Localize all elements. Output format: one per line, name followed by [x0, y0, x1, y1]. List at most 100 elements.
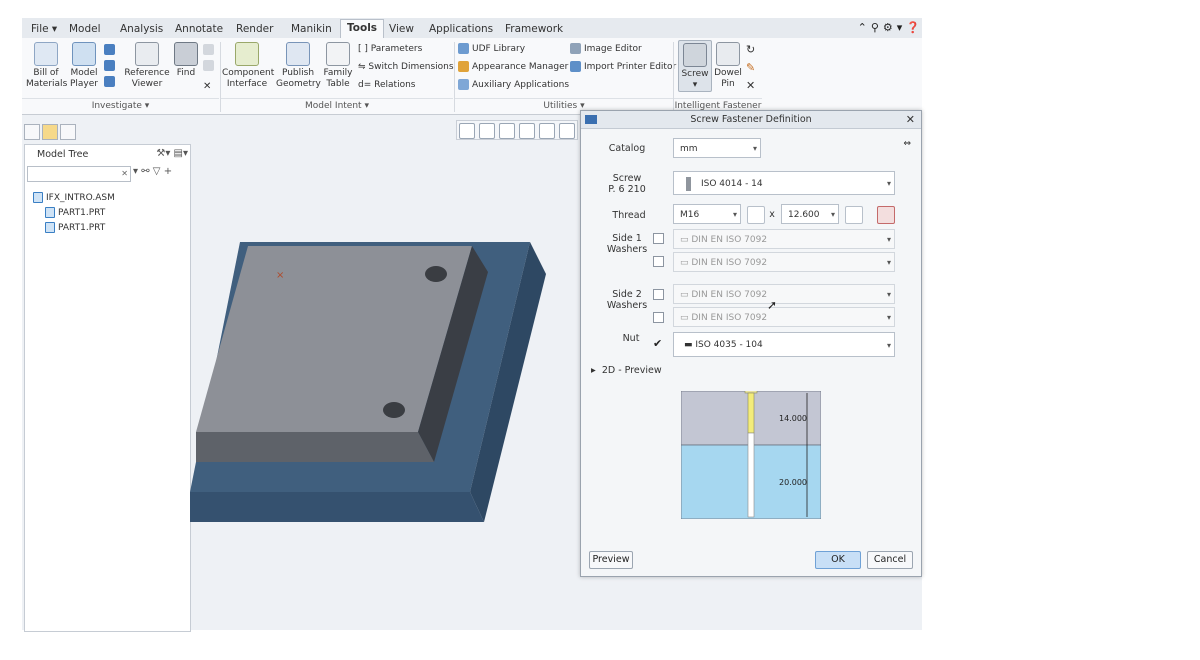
tab-view[interactable]: View — [382, 20, 421, 39]
binoculars-icon[interactable]: ⚯ — [141, 166, 149, 177]
screw-label: Screw — [681, 69, 709, 79]
parameters-button[interactable]: [ ] Parameters — [358, 43, 422, 56]
screw-select[interactable]: ISO 4014 - 14 ▾ — [673, 171, 895, 195]
auxiliary-applications-button[interactable]: Auxiliary Applications — [458, 79, 569, 92]
preview-diagram: 14.000 20.000 — [681, 391, 821, 519]
add-icon[interactable]: + — [164, 166, 172, 177]
chevron-down-icon: ▾ — [830, 210, 835, 219]
import-printer-editor-button[interactable]: Import Printer Editor — [570, 61, 676, 74]
component-interface-button[interactable]: Component Interface — [222, 42, 274, 90]
model-viewport[interactable]: × — [190, 232, 550, 522]
small-icon-5[interactable] — [203, 60, 217, 73]
close-icon[interactable]: ✕ — [906, 111, 915, 128]
relations-button[interactable]: d= Relations — [358, 79, 415, 92]
show-icon[interactable]: ▤▾ — [174, 148, 188, 159]
side2-washer2-select[interactable]: ▭ DIN EN ISO 7092 ▾ — [673, 307, 895, 327]
caret-up-icon[interactable]: ⌃ — [858, 21, 867, 34]
preview-section-toggle[interactable]: ▸ 2D - Preview — [591, 365, 662, 376]
help-icon[interactable]: ❓ — [906, 21, 920, 34]
chevron-down-icon[interactable]: ▾ — [897, 21, 903, 34]
udf-library-button[interactable]: UDF Library — [458, 43, 525, 56]
nut-select[interactable]: ▬ ISO 4035 - 104 ▾ — [673, 332, 895, 357]
tab-render[interactable]: Render — [229, 20, 280, 39]
group-investigate[interactable]: Investigate ▾ — [22, 98, 219, 114]
side1-washer1-checkbox[interactable] — [653, 233, 664, 244]
side1-washer2-checkbox[interactable] — [653, 256, 664, 267]
small-icon-4[interactable] — [203, 44, 217, 57]
favorites-tab-icon[interactable] — [60, 124, 76, 140]
tab-applications[interactable]: Applications — [422, 20, 500, 39]
tab-tools[interactable]: Tools — [340, 19, 385, 39]
catalog-select[interactable]: mm ▾ — [673, 138, 761, 158]
side2-washer1-checkbox[interactable] — [653, 289, 664, 300]
switch-dimensions-button[interactable]: ⇋ Switch Dimensions — [358, 61, 454, 74]
tab-file[interactable]: File ▾ — [24, 20, 64, 39]
side1-washer1-select[interactable]: ▭ DIN EN ISO 7092 ▾ — [673, 229, 895, 249]
side2-washer2-checkbox[interactable] — [653, 312, 664, 323]
tree-settings-icon[interactable]: ⚒▾ — [156, 148, 170, 159]
settings-icon[interactable]: ⚙ — [883, 21, 893, 34]
family-table-button[interactable]: Family Table — [322, 42, 354, 90]
tree-item-part[interactable]: PART1.PRT — [33, 206, 115, 221]
tree-search-input[interactable]: ✕ — [27, 166, 131, 182]
small-icon-2[interactable] — [104, 60, 118, 73]
tab-annotate[interactable]: Annotate — [168, 20, 230, 39]
tab-model[interactable]: Model — [62, 20, 108, 39]
screw-button[interactable]: Screw ▾ — [678, 40, 712, 92]
refresh-icon[interactable]: ↻ — [746, 43, 755, 56]
reset-icon[interactable] — [877, 206, 895, 224]
length-lookup-icon[interactable] — [845, 206, 863, 224]
model-tree-tab-icon[interactable] — [24, 124, 40, 140]
thread-select[interactable]: M16 ▾ — [673, 204, 741, 224]
search-icon[interactable]: ⚲ — [871, 21, 879, 34]
length-select[interactable]: 12.600 ▾ — [781, 204, 839, 224]
filter-icon[interactable]: ▽ — [153, 166, 161, 177]
side1-washer2-select[interactable]: ▭ DIN EN ISO 7092 ▾ — [673, 252, 895, 272]
tree-item-part[interactable]: PART1.PRT — [33, 221, 115, 236]
display-style-icon[interactable] — [539, 123, 555, 139]
tree-item-assembly[interactable]: IFX_INTRO.ASM — [33, 191, 115, 206]
collapse-icon: ▸ — [591, 365, 596, 376]
page-icon — [203, 60, 214, 71]
app-icon — [585, 115, 597, 124]
find-button[interactable]: Find — [174, 42, 198, 79]
refit-icon[interactable] — [459, 123, 475, 139]
close-icon[interactable]: ✕ — [203, 80, 211, 93]
appearance-manager-button[interactable]: Appearance Manager — [458, 61, 568, 74]
ok-button[interactable]: OK — [815, 551, 861, 569]
clear-search-icon[interactable]: ✕ — [121, 169, 128, 178]
quick-access: ⌃ ⚲ ⚙ ▾ ❓ — [854, 19, 920, 37]
model-tree: IFX_INTRO.ASM PART1.PRT PART1.PRT — [33, 191, 115, 236]
image-editor-button[interactable]: Image Editor — [570, 43, 642, 56]
small-icon-1[interactable] — [104, 44, 118, 57]
delete-icon[interactable]: ✕ — [746, 79, 755, 92]
cancel-button[interactable]: Cancel — [867, 551, 913, 569]
publish-geometry-button[interactable]: Publish Geometry — [276, 42, 321, 90]
repaint-icon[interactable] — [519, 123, 535, 139]
group-model-intent[interactable]: Model Intent ▾ — [221, 98, 453, 114]
brush-icon[interactable]: ✎ — [746, 61, 755, 74]
thread-lookup-icon[interactable] — [747, 206, 765, 224]
chevron-down-icon: ▾ — [732, 210, 737, 219]
dowel-pin-button[interactable]: Dowel Pin — [712, 42, 744, 90]
saved-views-icon[interactable] — [559, 123, 575, 139]
chevron-down-icon: ▾ — [886, 235, 891, 244]
small-icon-3[interactable] — [104, 76, 118, 89]
zoom-out-icon[interactable] — [499, 123, 515, 139]
bom-button[interactable]: Bill of Materials — [26, 42, 67, 90]
thread-value: M16 — [680, 210, 700, 220]
times-label: x — [769, 209, 775, 220]
screw-fastener-dialog: Screw Fastener Definition ✕ ⇔ Catalog mm… — [580, 110, 922, 577]
folder-browser-tab-icon[interactable] — [42, 124, 58, 140]
preview-button[interactable]: Preview — [589, 551, 633, 569]
tab-framework[interactable]: Framework — [498, 20, 570, 39]
model-player-button[interactable]: Model Player — [68, 42, 100, 90]
zoom-in-icon[interactable] — [479, 123, 495, 139]
tab-manikin[interactable]: Manikin — [284, 20, 339, 39]
expand-icon[interactable]: ⇔ — [903, 139, 911, 149]
nut-check-icon[interactable]: ✔ — [653, 337, 662, 350]
chevron-down-icon[interactable]: ▾ — [133, 166, 138, 177]
side2-washer1-select[interactable]: ▭ DIN EN ISO 7092 ▾ — [673, 284, 895, 304]
reference-viewer-button[interactable]: Reference Viewer — [122, 42, 172, 90]
tab-analysis[interactable]: Analysis — [113, 20, 170, 39]
